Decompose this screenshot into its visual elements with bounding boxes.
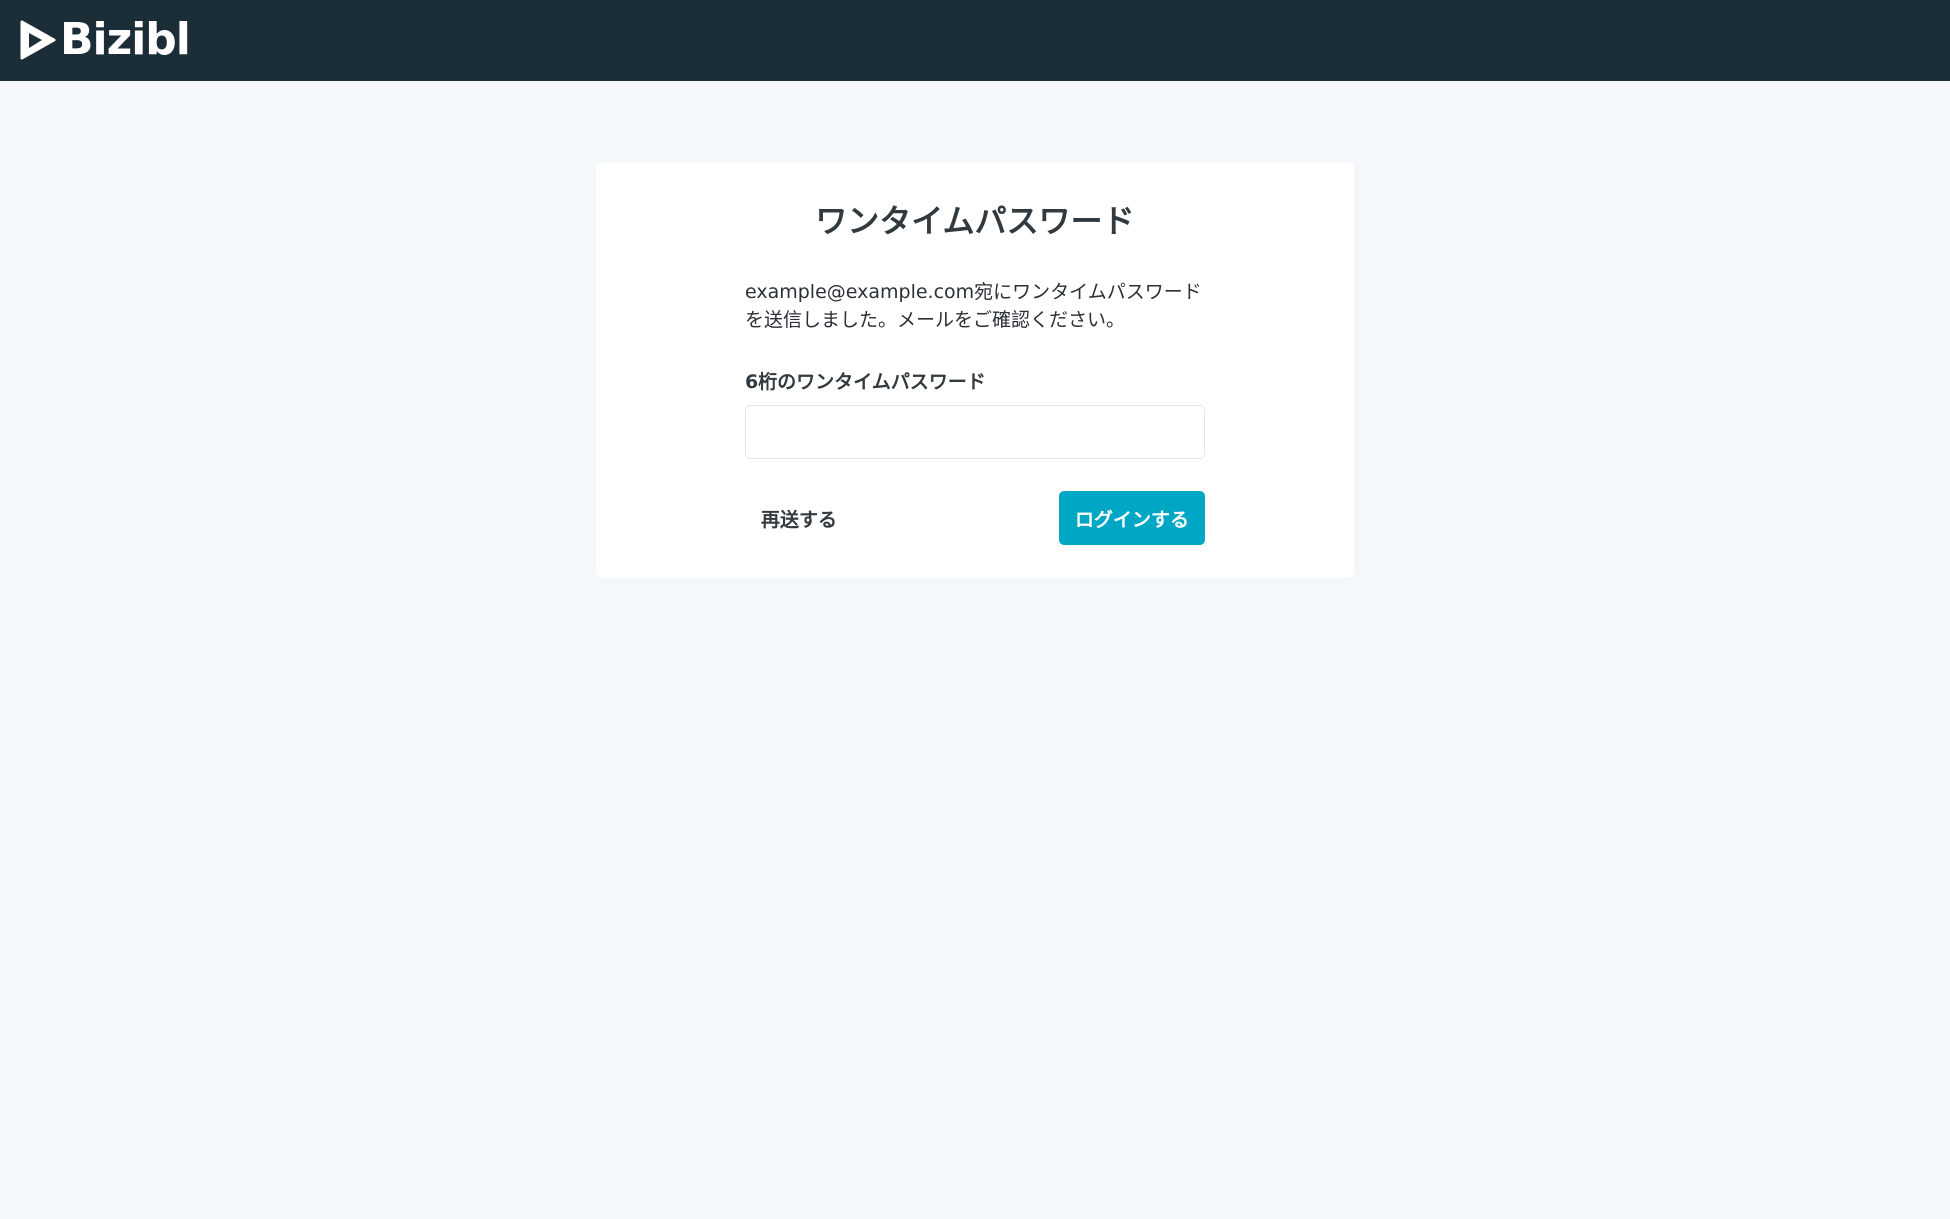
login-button[interactable]: ログインする bbox=[1059, 491, 1205, 545]
bizibl-logo[interactable]: Bizibl bbox=[20, 14, 191, 65]
otp-card: ワンタイムパスワード example@example.com宛にワンタイムパスワ… bbox=[596, 162, 1354, 578]
top-header: Bizibl bbox=[0, 0, 1950, 81]
logo-text: Bizibl bbox=[60, 14, 191, 65]
otp-description: example@example.com宛にワンタイムパスワードを送信しました。メ… bbox=[745, 281, 1202, 331]
otp-field-label: 6桁のワンタイムパスワード bbox=[745, 371, 986, 393]
otp-input[interactable] bbox=[745, 405, 1205, 459]
page-title: ワンタイムパスワード bbox=[815, 202, 1135, 240]
resend-button[interactable]: 再送する bbox=[745, 491, 853, 545]
play-triangle-icon bbox=[20, 20, 56, 60]
